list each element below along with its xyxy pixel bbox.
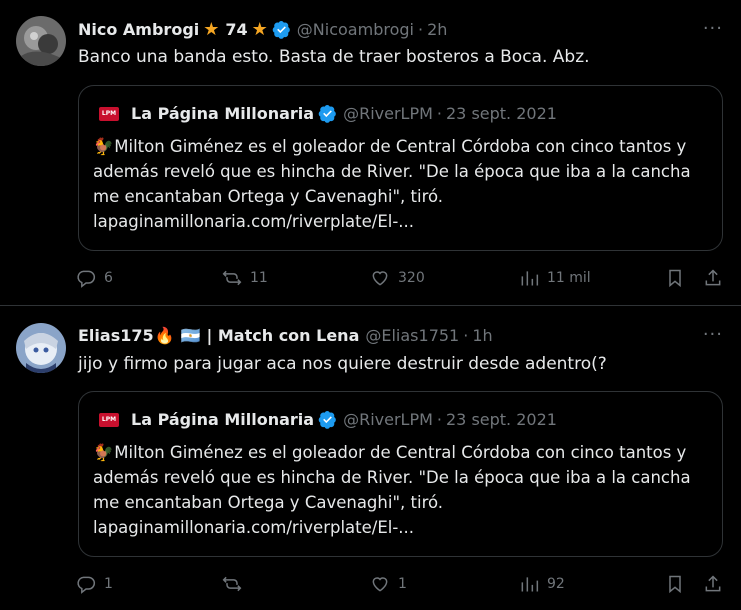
avatar[interactable] [16,323,66,373]
author-name-suffix[interactable]: | Match con Lena [206,326,359,345]
retweet-icon [222,270,242,286]
quoted-text-body: Milton Giménez es el goleador de Central… [93,137,691,231]
rooster-emoji: 🐓 [93,443,114,462]
quoted-tweet-header: LPM La Página Millonaria @RiverLPM · 23 … [99,410,557,429]
like-count: 1 [398,576,407,592]
quoted-tweet[interactable]: LPM La Página Millonaria @RiverLPM · 23 … [78,85,723,251]
author-handle[interactable]: @Elias1751 [365,326,459,345]
rooster-emoji: 🐓 [93,137,114,156]
like-button[interactable]: 1 [370,574,407,594]
views-button[interactable]: 11 mil [519,268,591,288]
argentina-flag-emoji: 🇦🇷 [180,325,201,345]
views-chart-icon [521,271,539,286]
retweet-button[interactable] [222,574,250,594]
share-button[interactable] [703,574,723,594]
verified-badge-icon [318,104,337,123]
retweet-count: 11 [250,270,268,286]
share-button[interactable] [703,268,723,288]
bookmark-icon [669,575,681,594]
views-chart-icon [521,577,539,592]
tweet[interactable]: Nico Ambrogi ★ 74 ★ @Nicoambrogi · 2h ··… [0,0,741,306]
quoted-text-body: Milton Giménez es el goleador de Central… [93,443,691,537]
lpm-logo: LPM [99,106,119,121]
reply-button[interactable]: 6 [76,268,113,288]
heart-icon [372,577,388,592]
quoted-tweet[interactable]: LPM La Página Millonaria @RiverLPM · 23 … [78,391,723,557]
separator-dot: · [436,104,442,123]
bookmark-button[interactable] [665,268,685,288]
reply-button[interactable]: 1 [76,574,113,594]
tweet-actions: 6 11 320 11 mil [76,267,725,289]
author-name[interactable]: Nico Ambrogi [78,20,199,39]
tweet[interactable]: Elias175 🔥 🇦🇷 | Match con Lena @Elias175… [0,306,741,610]
badge-number: 74 [225,19,248,39]
more-options-icon[interactable]: ··· [703,324,723,345]
reply-icon [77,576,96,594]
reply-count: 6 [104,270,113,286]
quoted-date[interactable]: 23 sept. 2021 [446,410,557,429]
view-count: 92 [547,576,565,592]
more-options-icon[interactable]: ··· [703,18,723,39]
star-emoji: ★ [251,18,268,40]
lpm-logo: LPM [99,412,119,427]
quoted-author-name[interactable]: La Página Millonaria [131,104,314,123]
retweet-icon [222,576,242,592]
retweet-button[interactable]: 11 [222,268,268,288]
quoted-author-handle[interactable]: @RiverLPM [343,104,433,123]
quoted-date[interactable]: 23 sept. 2021 [446,104,557,123]
star-emoji: ★ [203,18,220,40]
tweet-text: Banco una banda esto. Basta de traer bos… [78,47,590,67]
timestamp[interactable]: 2h [427,20,447,39]
tweet-text: jijo y firmo para jugar aca nos quiere d… [78,354,607,374]
author-handle[interactable]: @Nicoambrogi [297,20,414,39]
quoted-tweet-header: LPM La Página Millonaria @RiverLPM · 23 … [99,104,557,123]
verified-badge-icon [318,410,337,429]
share-icon [705,575,721,592]
views-button[interactable]: 92 [519,574,565,594]
bookmark-button[interactable] [665,574,685,594]
tweet-header: Nico Ambrogi ★ 74 ★ @Nicoambrogi · 2h [78,17,691,41]
author-name[interactable]: Elias175 [78,326,154,345]
like-count: 320 [398,270,425,286]
separator-dot: · [436,410,442,429]
like-button[interactable]: 320 [370,268,425,288]
reply-icon [77,270,96,288]
separator-dot: · [417,19,424,39]
bookmark-icon [669,269,681,288]
fire-emoji: 🔥 [154,325,175,345]
verified-badge-icon [272,20,291,39]
share-icon [705,269,721,286]
quoted-tweet-text: 🐓 Milton Giménez es el goleador de Centr… [93,134,712,234]
reply-count: 1 [104,576,113,592]
quoted-author-name[interactable]: La Página Millonaria [131,410,314,429]
tweet-actions: 1 1 92 [76,573,725,595]
tweet-header: Elias175 🔥 🇦🇷 | Match con Lena @Elias175… [78,323,691,347]
avatar[interactable] [16,16,66,66]
quoted-author-handle[interactable]: @RiverLPM [343,410,433,429]
separator-dot: · [463,325,469,345]
heart-icon [372,271,388,286]
view-count: 11 mil [547,270,591,286]
timestamp[interactable]: 1h [472,326,492,345]
quoted-tweet-text: 🐓 Milton Giménez es el goleador de Centr… [93,440,712,540]
